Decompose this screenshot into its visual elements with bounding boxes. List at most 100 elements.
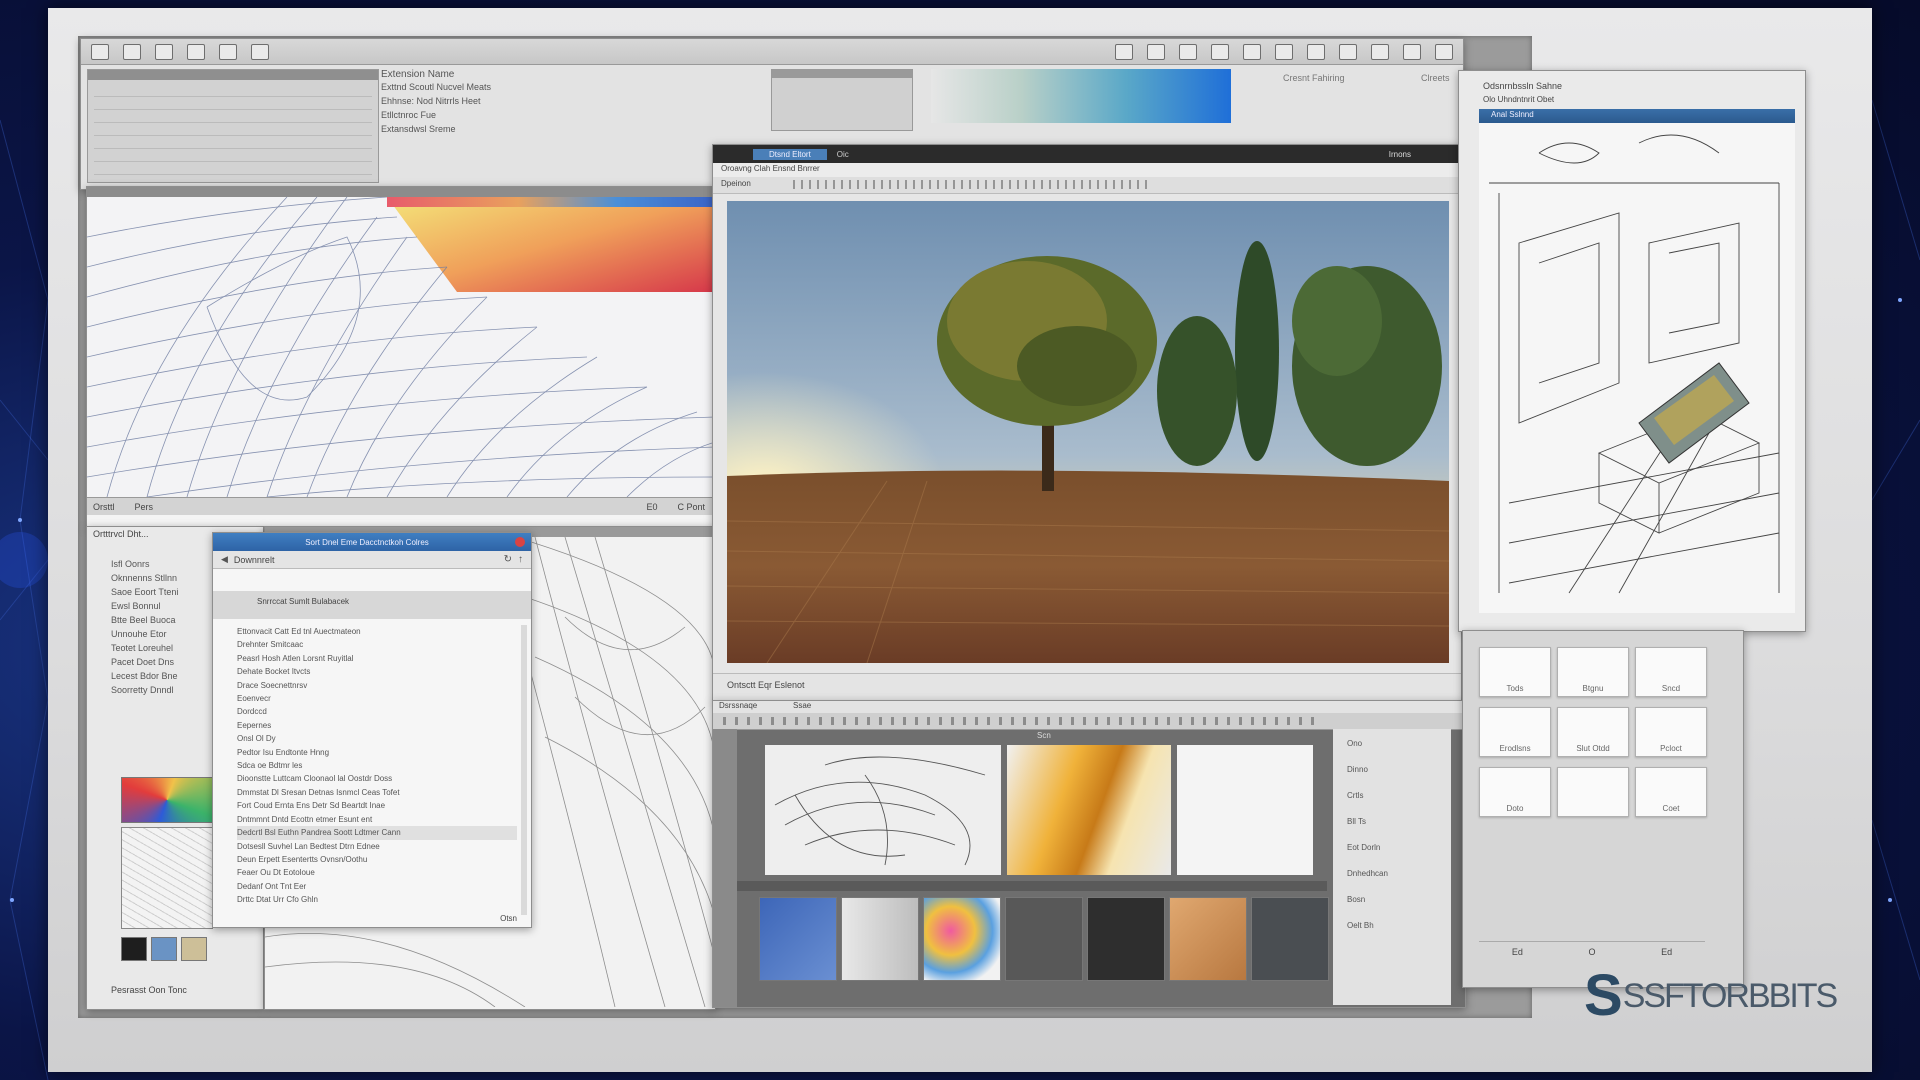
asset-menu-left[interactable]: Dsrssnaqe bbox=[719, 701, 757, 710]
footer-button[interactable]: Ed bbox=[1512, 947, 1523, 957]
file-list-item[interactable]: Dordccd bbox=[237, 705, 517, 718]
tool-tile-doto-icon[interactable]: Doto bbox=[1479, 767, 1551, 817]
file-list-item[interactable]: Feaer Ou Dt Eotoloue bbox=[237, 866, 517, 879]
property-row[interactable]: Bll Ts bbox=[1333, 815, 1451, 829]
close-icon[interactable] bbox=[515, 537, 525, 547]
file-list-item[interactable]: Fort Coud Ernta Ens Detr Sd Beartdt Inae bbox=[237, 799, 517, 812]
property-row[interactable]: Ono bbox=[1333, 737, 1451, 751]
chart-tool-icon[interactable] bbox=[1275, 43, 1293, 60]
link-tool-icon[interactable] bbox=[1339, 43, 1357, 60]
blank-thumbnail[interactable] bbox=[1177, 745, 1313, 875]
footer-button[interactable]: Ed bbox=[1661, 947, 1672, 957]
file-list-item[interactable]: Dedanf Ont Tnt Eer bbox=[237, 880, 517, 893]
file-list-item[interactable]: Sdca oe Bdtmr les bbox=[237, 759, 517, 772]
property-row[interactable]: Dinno bbox=[1333, 763, 1451, 777]
tool-tile-slut-icon[interactable]: Slut Otdd bbox=[1557, 707, 1629, 757]
measure-tool-icon[interactable] bbox=[1371, 43, 1389, 60]
up-icon[interactable]: ↑ bbox=[518, 554, 523, 565]
file-list-item[interactable]: Onsl Ol Dy bbox=[237, 732, 517, 745]
presentation-frame: Extension Name Exttnd Scoutl Nucvel Meat… bbox=[48, 8, 1872, 1072]
text-tool-icon[interactable] bbox=[1307, 43, 1325, 60]
notes-row: Soorretty Dnndl bbox=[111, 685, 174, 695]
swatch-blue[interactable] bbox=[151, 937, 177, 961]
swatch-cobalt[interactable] bbox=[759, 897, 837, 981]
swatch-dark-gray[interactable] bbox=[1005, 897, 1083, 981]
rainbow-thumbnail[interactable] bbox=[121, 777, 213, 823]
landscape-photo[interactable] bbox=[727, 201, 1449, 663]
property-row[interactable]: Crtls bbox=[1333, 789, 1451, 803]
dialog-scrollbar[interactable] bbox=[521, 625, 527, 915]
file-list-item[interactable]: Dotsesll Suvhel Lan Bedtest Dtrn Ednee bbox=[237, 840, 517, 853]
file-list-item[interactable]: Dedcrtl Bsl Euthn Pandrea Soott Ldtmer C… bbox=[237, 826, 517, 840]
shape-tool-icon[interactable] bbox=[155, 43, 173, 60]
file-list-item[interactable]: Dioonstte Luttcam Cloonaol lal Oostdr Do… bbox=[237, 772, 517, 785]
property-row[interactable]: Eot Dorln bbox=[1333, 841, 1451, 855]
photo-tab-active[interactable]: Dtsnd Eltort bbox=[753, 148, 827, 160]
pin-tool-icon[interactable] bbox=[1179, 43, 1197, 60]
tool-tile-pcloct-icon[interactable]: Pcloct bbox=[1635, 707, 1707, 757]
swatch-tan[interactable] bbox=[181, 937, 207, 961]
property-row[interactable]: Dnhedhcan bbox=[1333, 867, 1451, 881]
asset-menu-mid[interactable]: Ssae bbox=[793, 701, 811, 710]
frame-tool-icon[interactable] bbox=[1243, 43, 1261, 60]
golden-abstract-thumbnail[interactable] bbox=[1007, 745, 1171, 875]
extension-panel-title: Extension Name bbox=[381, 69, 455, 80]
file-list-item[interactable]: Peasrl Hosh Atlen Lorsnt Ruyitlal bbox=[237, 652, 517, 665]
file-list-item[interactable]: Dehate Bocket Itvcts bbox=[237, 665, 517, 678]
wireframe-mesh[interactable] bbox=[87, 197, 715, 497]
photo-tab-other[interactable]: Oic bbox=[837, 150, 849, 159]
dialog-title: Sort Dnel Eme Dacctnctkoh Colres bbox=[305, 537, 429, 547]
swatch-charcoal[interactable] bbox=[1087, 897, 1165, 981]
swatch-slate[interactable] bbox=[1251, 897, 1329, 981]
extension-row[interactable]: Extansdwsl Sreme bbox=[381, 122, 631, 136]
tool-tile-sncd-icon[interactable]: Sncd bbox=[1635, 647, 1707, 697]
file-list-item[interactable]: Drace Soecnettnrsv bbox=[237, 679, 517, 692]
file-list-item[interactable]: Drehnter Smitcaac bbox=[237, 638, 517, 651]
crop-tool-icon[interactable] bbox=[187, 43, 205, 60]
file-list-item[interactable]: Eepernes bbox=[237, 719, 517, 732]
window-tool-icon[interactable] bbox=[1435, 43, 1453, 60]
grid-tool-icon[interactable] bbox=[219, 43, 237, 60]
property-row[interactable]: Oelt Bh bbox=[1333, 919, 1451, 933]
footer-button[interactable]: O bbox=[1588, 947, 1595, 957]
tool-tile-erodlsns-icon[interactable]: Erodlsns bbox=[1479, 707, 1551, 757]
file-list-item[interactable]: Dmmstat Dl Sresan Detnas Isnmcl Ceas Tof… bbox=[237, 786, 517, 799]
swatch-silver[interactable] bbox=[841, 897, 919, 981]
select-tool-icon[interactable] bbox=[91, 43, 109, 60]
file-list-item[interactable]: Pedtor Isu Endtonte Hnng bbox=[237, 746, 517, 759]
settings-tool-icon[interactable] bbox=[251, 43, 269, 60]
cut-tool-icon[interactable] bbox=[1211, 43, 1229, 60]
tile-label: Sncd bbox=[1661, 684, 1681, 693]
dialog-path-label[interactable]: Downnrelt bbox=[234, 555, 275, 565]
tool-tile-blank-icon[interactable] bbox=[1557, 767, 1629, 817]
property-row[interactable]: Bosn bbox=[1333, 893, 1451, 907]
file-list-item[interactable]: Ettonvacit Catt Ed tnl Auectmateon bbox=[237, 625, 517, 638]
extension-row[interactable]: Ehhnse: Nod Nitrrls Heet bbox=[381, 94, 631, 108]
extension-row[interactable]: Exttnd Scoutl Nucvel Meats bbox=[381, 80, 631, 94]
vector-tool-icon[interactable] bbox=[123, 43, 141, 60]
tile-label: Erodlsns bbox=[1499, 744, 1531, 753]
help-tool-icon[interactable] bbox=[1403, 43, 1421, 60]
swatch-paint-splash[interactable] bbox=[923, 897, 1001, 981]
file-list-item[interactable]: Drttc Dtat Urr Cfo Ghln bbox=[237, 893, 517, 906]
mesh-status-right[interactable]: C Pont bbox=[677, 502, 715, 512]
back-arrow-icon[interactable]: ◀ bbox=[221, 554, 228, 565]
swatch-copper[interactable] bbox=[1169, 897, 1247, 981]
tool-tile-tods-icon[interactable]: Tods bbox=[1479, 647, 1551, 697]
interior-sketch[interactable] bbox=[1479, 123, 1795, 613]
transform-tool-icon[interactable] bbox=[1147, 43, 1165, 60]
tool-tile-coet-icon[interactable]: Coet bbox=[1635, 767, 1707, 817]
extension-row[interactable]: Etllctnroc Fue bbox=[381, 108, 631, 122]
dialog-footer-button[interactable]: Otsn bbox=[500, 914, 517, 923]
file-list-item[interactable]: Eoenvecr bbox=[237, 692, 517, 705]
brush-tool-icon[interactable] bbox=[1115, 43, 1133, 60]
refresh-icon[interactable]: ↻ bbox=[504, 554, 512, 565]
file-list-item[interactable]: Deun Erpett Esentertts Ovnsn/Oothu bbox=[237, 853, 517, 866]
swatch-black[interactable] bbox=[121, 937, 147, 961]
figure-sketch-thumbnail[interactable] bbox=[121, 827, 213, 929]
color-gradient-bar[interactable] bbox=[931, 69, 1231, 123]
photo-menu-label[interactable]: Oroavng Clah Ensnd Bnrrer bbox=[721, 164, 820, 173]
sketch-thumbnail[interactable] bbox=[765, 745, 1001, 875]
tool-tile-btgnu-icon[interactable]: Btgnu bbox=[1557, 647, 1629, 697]
file-list-item[interactable]: Dntmmnt Dntd Ecottn etmer Esunt ent bbox=[237, 813, 517, 826]
